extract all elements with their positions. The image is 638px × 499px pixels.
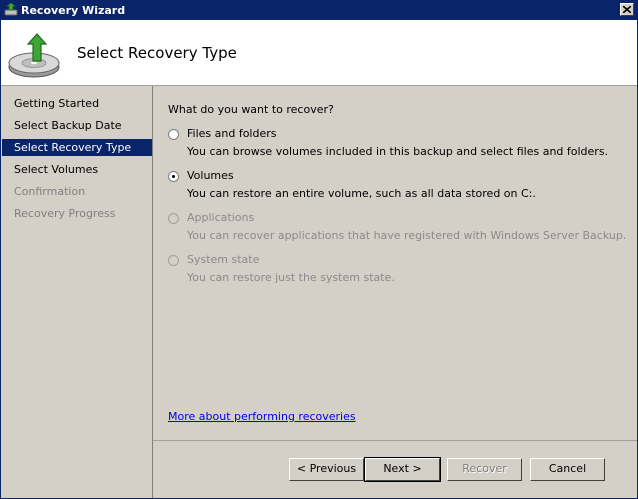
option-files-and-folders[interactable]: Files and folders You can browse volumes… [168, 126, 628, 166]
backup-app-icon [4, 3, 18, 16]
option-system-state: System state You can restore just the sy… [168, 252, 628, 292]
step-select-backup-date[interactable]: Select Backup Date [2, 117, 152, 134]
question-label: What do you want to recover? [168, 103, 334, 116]
title-bar: Recovery Wizard [1, 1, 637, 20]
recovery-wizard-window: Recovery Wizard Select Recovery Type Get… [0, 0, 638, 499]
recover-button: Recover [447, 458, 522, 481]
next-button[interactable]: Next > [364, 457, 441, 482]
close-button[interactable] [620, 3, 634, 16]
window-title: Recovery Wizard [21, 4, 126, 17]
disk-recovery-icon [8, 33, 60, 78]
option-applications: Applications You can recover application… [168, 210, 628, 250]
step-select-volumes[interactable]: Select Volumes [2, 161, 152, 178]
radio-volumes[interactable] [168, 171, 179, 182]
option-volumes[interactable]: Volumes You can restore an entire volume… [168, 168, 628, 208]
radio-system-state [168, 255, 179, 266]
previous-button[interactable]: < Previous [289, 458, 364, 481]
step-getting-started[interactable]: Getting Started [2, 95, 152, 112]
close-icon [623, 6, 631, 13]
radio-applications [168, 213, 179, 224]
wizard-header: Select Recovery Type [1, 20, 637, 86]
wizard-steps: Getting Started Select Backup Date Selec… [1, 86, 153, 498]
option-description: You can restore just the system state. [187, 271, 395, 284]
option-description: You can restore an entire volume, such a… [187, 187, 536, 200]
radio-files-and-folders[interactable] [168, 129, 179, 140]
wizard-footer: < Previous Next > Recover Cancel [153, 440, 637, 498]
option-description: You can browse volumes included in this … [187, 145, 609, 158]
wizard-content: What do you want to recover? Files and f… [153, 86, 637, 440]
option-label[interactable]: Files and folders [187, 127, 277, 140]
option-label[interactable]: Volumes [187, 169, 234, 182]
option-description: You can recover applications that have r… [187, 229, 627, 242]
page-title: Select Recovery Type [77, 44, 237, 62]
option-label: Applications [187, 211, 255, 224]
more-about-recoveries-link[interactable]: More about performing recoveries [168, 410, 356, 423]
step-select-recovery-type[interactable]: Select Recovery Type [2, 139, 152, 156]
step-confirmation: Confirmation [14, 185, 86, 198]
cancel-button[interactable]: Cancel [530, 458, 605, 481]
option-label: System state [187, 253, 260, 266]
step-recovery-progress: Recovery Progress [14, 207, 116, 220]
